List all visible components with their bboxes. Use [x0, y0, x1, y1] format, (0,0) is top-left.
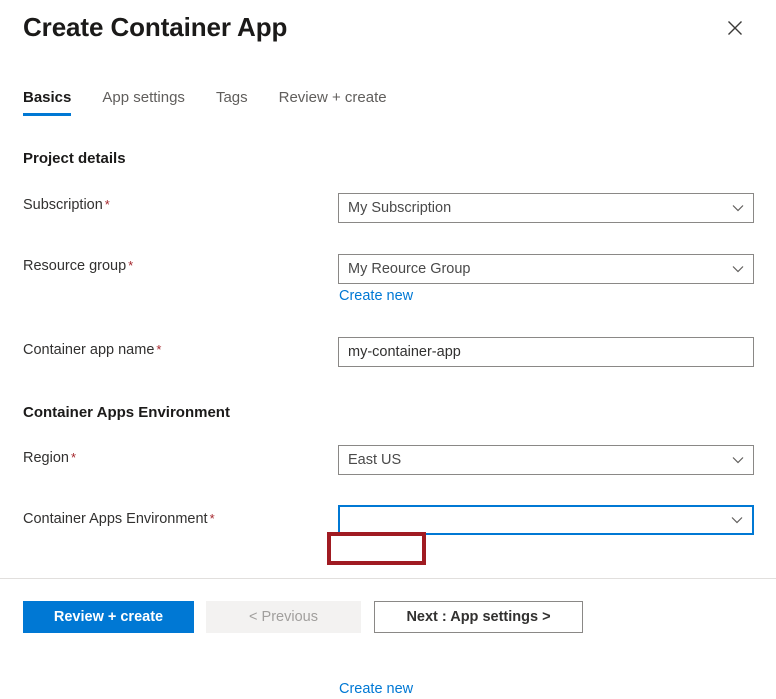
tab-review-create-label: Review + create: [279, 89, 387, 106]
next-button-label: Next : App settings >: [406, 609, 550, 625]
chevron-down-icon: [723, 204, 753, 212]
chevron-down-icon: [723, 265, 753, 273]
review-create-button[interactable]: Review + create: [23, 601, 194, 633]
region-value: East US: [339, 452, 723, 468]
label-container-app-name-text: Container app name: [23, 342, 154, 358]
tab-review-create[interactable]: Review + create: [279, 88, 387, 116]
subscription-dropdown[interactable]: My Subscription: [338, 193, 754, 223]
resource-group-value: My Reource Group: [339, 261, 723, 277]
tab-app-settings[interactable]: App settings: [102, 88, 185, 116]
label-subscription-text: Subscription: [23, 197, 103, 213]
label-container-apps-environment: Container Apps Environment*: [23, 509, 215, 529]
label-subscription: Subscription*: [23, 195, 110, 215]
container-app-name-input[interactable]: my-container-app: [338, 337, 754, 367]
label-resource-group: Resource group*: [23, 256, 133, 276]
resource-group-dropdown[interactable]: My Reource Group: [338, 254, 754, 284]
close-icon: [727, 20, 743, 36]
tab-basics[interactable]: Basics: [23, 88, 71, 116]
annotation-highlight-box: [327, 532, 426, 565]
tab-bar: Basics App settings Tags Review + create: [23, 88, 387, 122]
region-dropdown[interactable]: East US: [338, 445, 754, 475]
required-indicator: *: [128, 258, 133, 273]
previous-button-label: < Previous: [249, 609, 318, 625]
chevron-down-icon: [723, 456, 753, 464]
subscription-value: My Subscription: [339, 200, 723, 216]
container-apps-environment-dropdown[interactable]: [338, 505, 754, 535]
tab-basics-label: Basics: [23, 89, 71, 106]
close-button[interactable]: [718, 11, 752, 45]
section-heading-container-apps-environment: Container Apps Environment: [23, 404, 230, 421]
required-indicator: *: [105, 197, 110, 212]
label-container-apps-environment-text: Container Apps Environment: [23, 511, 208, 527]
tab-tags-label: Tags: [216, 89, 248, 106]
label-region: Region*: [23, 448, 76, 468]
container-app-name-value: my-container-app: [339, 344, 753, 360]
previous-button: < Previous: [206, 601, 361, 633]
footer-action-bar: Review + create < Previous Next : App se…: [0, 579, 776, 660]
label-region-text: Region: [23, 450, 69, 466]
required-indicator: *: [71, 450, 76, 465]
review-create-button-label: Review + create: [54, 609, 163, 625]
tab-app-settings-label: App settings: [102, 89, 185, 106]
container-apps-environment-create-new-link[interactable]: Create new: [339, 680, 413, 699]
tab-tags[interactable]: Tags: [216, 88, 248, 116]
required-indicator: *: [210, 511, 215, 526]
required-indicator: *: [156, 342, 161, 357]
next-button[interactable]: Next : App settings >: [374, 601, 583, 633]
resource-group-create-new-link[interactable]: Create new: [339, 287, 413, 306]
page-title: Create Container App: [23, 12, 287, 43]
label-resource-group-text: Resource group: [23, 258, 126, 274]
chevron-down-icon: [722, 516, 752, 524]
section-heading-project-details: Project details: [23, 150, 126, 167]
blade-header: Create Container App: [0, 0, 776, 72]
label-container-app-name: Container app name*: [23, 340, 161, 360]
